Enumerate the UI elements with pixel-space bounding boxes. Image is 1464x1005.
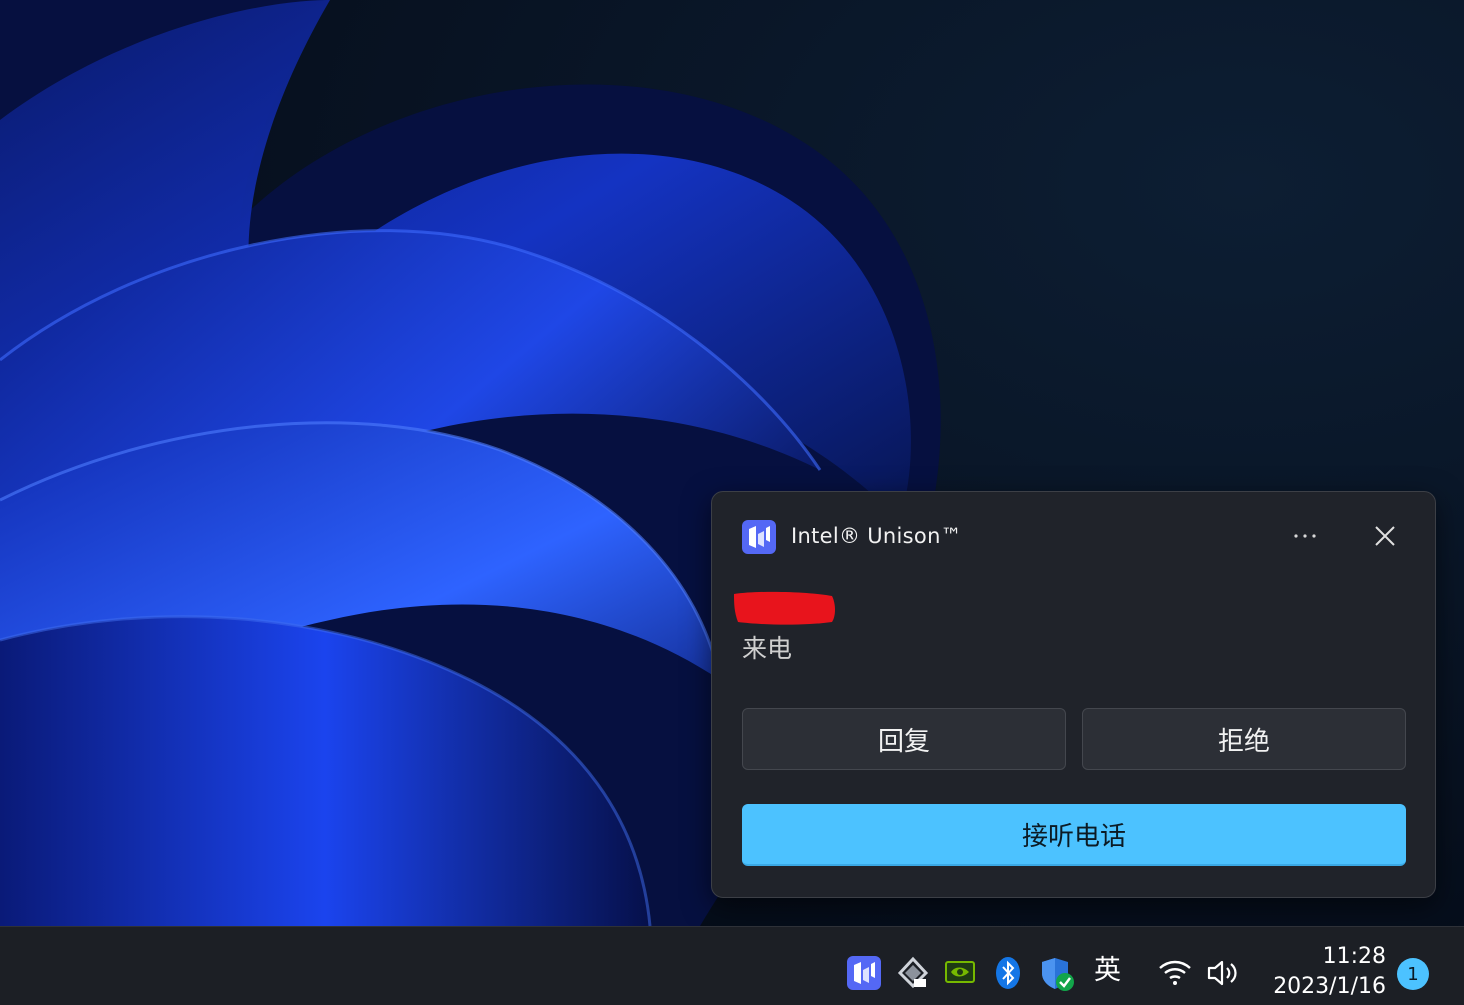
clock-date: 2023/1/16 — [1273, 974, 1386, 999]
reply-button[interactable]: 回复 — [742, 708, 1066, 770]
network-drive-tray-button[interactable] — [896, 956, 930, 990]
redacted-caller-name — [734, 591, 835, 625]
notification-subtitle: 来电 — [742, 634, 793, 663]
app-name: Intel® Unison™ — [791, 524, 962, 548]
more-icon — [1294, 534, 1316, 538]
wifi-icon — [1159, 960, 1191, 985]
taskbar — [0, 926, 1464, 1005]
nvidia-icon — [945, 961, 975, 983]
close-button[interactable] — [1362, 516, 1408, 556]
intel-unison-icon — [742, 520, 776, 554]
bluetooth-icon — [996, 957, 1020, 989]
input-method-indicator[interactable]: 英 — [1094, 953, 1121, 989]
network-drive-icon — [897, 956, 929, 989]
more-options-button[interactable] — [1282, 516, 1328, 556]
incoming-call-notification: Intel® Unison™ 来电 回复 拒绝 接听电话 — [711, 491, 1436, 898]
volume-icon — [1207, 960, 1237, 986]
windows-security-tray-button[interactable] — [1040, 956, 1076, 992]
decline-button[interactable]: 拒绝 — [1082, 708, 1406, 770]
clock-time: 11:28 — [1322, 944, 1386, 969]
windows-security-icon — [1042, 958, 1074, 991]
intel-unison-tray-button[interactable] — [847, 956, 881, 990]
intel-unison-icon — [847, 956, 881, 990]
volume-tray-button[interactable] — [1206, 958, 1240, 988]
bluetooth-tray-button[interactable] — [994, 956, 1022, 990]
nvidia-tray-button[interactable] — [944, 956, 976, 988]
wifi-tray-button[interactable] — [1158, 958, 1192, 986]
close-icon — [1375, 526, 1395, 546]
taskbar-clock[interactable]: 11:28 2023/1/16 — [1262, 942, 1386, 1002]
answer-call-button[interactable]: 接听电话 — [742, 804, 1406, 866]
notification-count-badge[interactable]: 1 — [1397, 958, 1429, 990]
